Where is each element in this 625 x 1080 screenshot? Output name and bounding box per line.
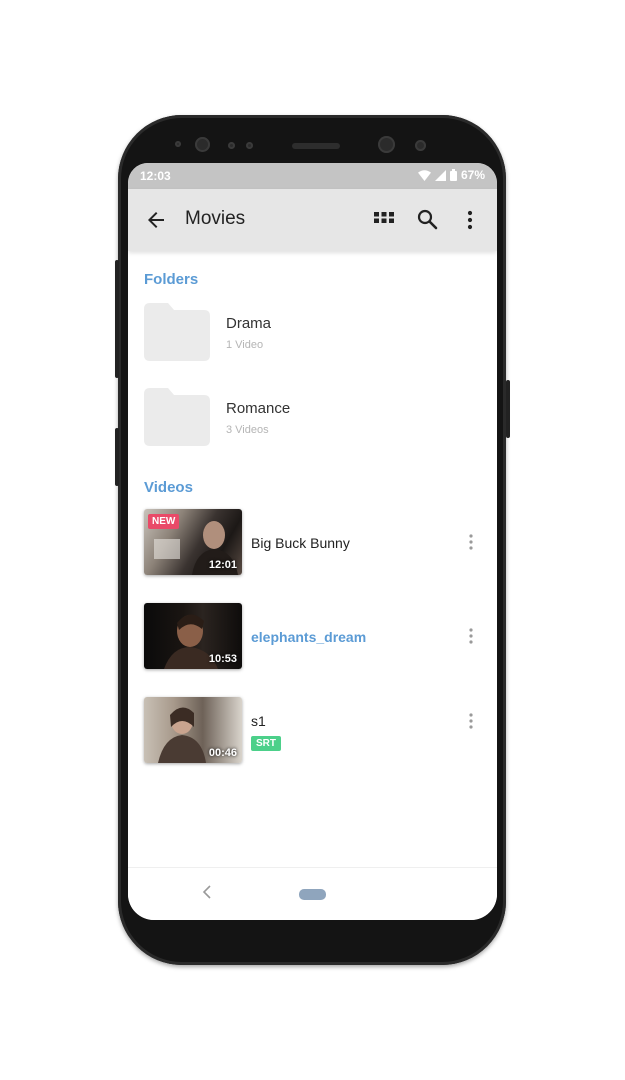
more-vert-icon[interactable] (467, 712, 475, 730)
status-icons: 67% (417, 168, 485, 182)
folder-count: 3 Videos (226, 424, 269, 436)
folder-name: Drama (226, 315, 272, 332)
nav-home-button[interactable] (299, 889, 326, 900)
proximity-sensor (175, 141, 181, 147)
nav-back-icon[interactable] (201, 883, 213, 901)
video-item[interactable]: 00:46 s1 SRT (128, 697, 497, 767)
battery-percent: 67% (460, 168, 485, 182)
power-button (506, 380, 510, 438)
folder-count: 1 Video (226, 339, 264, 351)
system-nav-bar (128, 867, 497, 920)
earpiece-speaker (292, 143, 340, 149)
more-vert-icon[interactable] (464, 208, 476, 232)
video-thumbnail: 00:46 (144, 697, 242, 763)
section-folders-heading: Folders (144, 271, 199, 288)
video-duration: 00:46 (208, 747, 237, 759)
video-duration: 12:01 (208, 559, 237, 571)
page-title: Movies (185, 208, 246, 229)
folder-name: Romance (226, 400, 291, 417)
battery-icon (449, 169, 457, 181)
new-badge: NEW (148, 514, 180, 529)
iris-led (415, 140, 426, 151)
front-camera (195, 137, 210, 152)
more-vert-icon[interactable] (467, 627, 475, 645)
video-title: Big Buck Bunny (251, 535, 350, 551)
video-item[interactable]: 10:53 elephants_dream (128, 602, 497, 672)
section-videos-heading: Videos (144, 479, 193, 496)
sensor-dot (228, 142, 235, 149)
arrow-back-icon[interactable] (144, 208, 168, 232)
status-time: 12:03 (140, 169, 171, 183)
folder-icon (144, 303, 210, 361)
video-duration: 10:53 (208, 653, 237, 665)
video-title: s1 (251, 713, 266, 729)
more-vert-icon[interactable] (467, 533, 475, 551)
search-icon[interactable] (415, 207, 439, 231)
signal-icon (434, 169, 446, 181)
phone-screen: 12:03 67% Movies Folders Drama 1 Video R… (128, 163, 497, 920)
folder-icon (144, 388, 210, 446)
status-bar: 12:03 67% (128, 163, 497, 189)
app-bar: Movies (128, 189, 497, 251)
video-thumbnail: 10:53 (144, 603, 242, 669)
video-item[interactable]: NEW 12:01 Big Buck Bunny (128, 508, 497, 578)
srt-badge: SRT (251, 736, 281, 751)
folder-item[interactable]: Romance 3 Videos (128, 378, 497, 458)
wifi-icon (417, 169, 431, 181)
bixby-button (115, 428, 119, 486)
sensor-dot (246, 142, 253, 149)
iris-scanner (378, 136, 395, 153)
folder-item[interactable]: Drama 1 Video (128, 293, 497, 373)
video-thumbnail: NEW 12:01 (144, 509, 242, 575)
grid-view-icon[interactable] (373, 209, 395, 231)
video-title: elephants_dream (251, 629, 367, 645)
volume-button (115, 260, 119, 378)
